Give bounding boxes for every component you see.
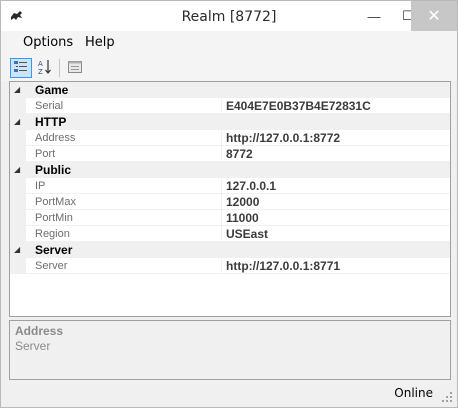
menu-help[interactable]: Help	[85, 35, 115, 50]
property-row-port[interactable]: Port 8772	[10, 146, 450, 162]
property-value[interactable]: http://127.0.0.1:8771	[226, 259, 340, 273]
status-bar: Online	[1, 382, 457, 407]
description-title: Address	[15, 324, 64, 338]
property-row-region[interactable]: Region USEast	[10, 226, 450, 242]
categorized-button[interactable]	[10, 58, 32, 78]
category-name: Server	[35, 243, 73, 257]
property-row-server[interactable]: Server http://127.0.0.1:8771	[10, 258, 450, 274]
property-row-ip[interactable]: IP 127.0.0.1	[10, 178, 450, 194]
property-row-address[interactable]: Address http://127.0.0.1:8772	[10, 130, 450, 146]
svg-text:Z: Z	[38, 68, 43, 76]
property-name: PortMin	[35, 212, 73, 224]
category-name: Game	[35, 83, 69, 97]
collapse-icon[interactable]: ◢	[14, 165, 20, 174]
property-row-serial[interactable]: Serial E404E7E0B37B4E72831C	[10, 98, 450, 114]
property-value[interactable]: 11000	[226, 211, 259, 225]
collapse-icon[interactable]: ◢	[14, 117, 20, 126]
property-row-portmin[interactable]: PortMin 11000	[10, 210, 450, 226]
property-pages-button[interactable]	[64, 58, 86, 78]
category-name: Public	[35, 163, 72, 177]
property-value[interactable]: USEast	[226, 227, 268, 241]
categorized-icon	[13, 59, 29, 78]
description-pane: Address Server	[9, 320, 451, 380]
close-button[interactable]: ✕	[411, 1, 457, 31]
toolbar: A Z	[1, 55, 457, 81]
description-text: Server	[15, 339, 51, 353]
category-row-http[interactable]: ◢ HTTP	[10, 114, 450, 130]
property-pages-icon	[67, 59, 83, 78]
category-row-server[interactable]: ◢ Server	[10, 242, 450, 258]
category-row-public[interactable]: ◢ Public	[10, 162, 450, 178]
property-value[interactable]: http://127.0.0.1:8772	[226, 131, 340, 145]
property-row-portmax[interactable]: PortMax 12000	[10, 194, 450, 210]
svg-text:A: A	[38, 60, 43, 68]
property-value[interactable]: E404E7E0B37B4E72831C	[226, 99, 371, 113]
category-row-game[interactable]: ◢ Game	[10, 82, 450, 98]
collapse-icon[interactable]: ◢	[14, 85, 20, 94]
property-name: Address	[35, 132, 76, 144]
property-name: IP	[35, 180, 46, 192]
category-name: HTTP	[35, 115, 67, 129]
property-name: Serial	[35, 100, 64, 112]
property-name: Region	[35, 228, 70, 240]
status-text: Online	[394, 386, 433, 400]
alphabetical-button[interactable]: A Z	[34, 58, 56, 78]
main-window: Realm [8772] — ☐ ✕ Options Help A Z ◢ Ga…	[0, 0, 458, 408]
property-name: Server	[35, 260, 68, 272]
toolbar-separator	[59, 59, 60, 77]
minimize-button[interactable]: —	[357, 1, 391, 31]
property-value[interactable]: 12000	[226, 195, 259, 209]
resize-grip-icon[interactable]	[441, 391, 453, 403]
property-grid[interactable]: ◢ Game Serial E404E7E0B37B4E72831C ◢ HTT…	[9, 81, 451, 317]
menu-options[interactable]: Options	[23, 35, 73, 50]
property-value[interactable]: 127.0.0.1	[226, 179, 276, 193]
alphabetical-icon: A Z	[37, 58, 53, 79]
menu-bar: Options Help	[1, 31, 457, 55]
title-bar[interactable]: Realm [8772] — ☐ ✕	[1, 1, 457, 31]
collapse-icon[interactable]: ◢	[14, 245, 20, 254]
property-value[interactable]: 8772	[226, 147, 253, 161]
property-name: PortMax	[35, 196, 76, 208]
property-name: Port	[35, 148, 56, 160]
